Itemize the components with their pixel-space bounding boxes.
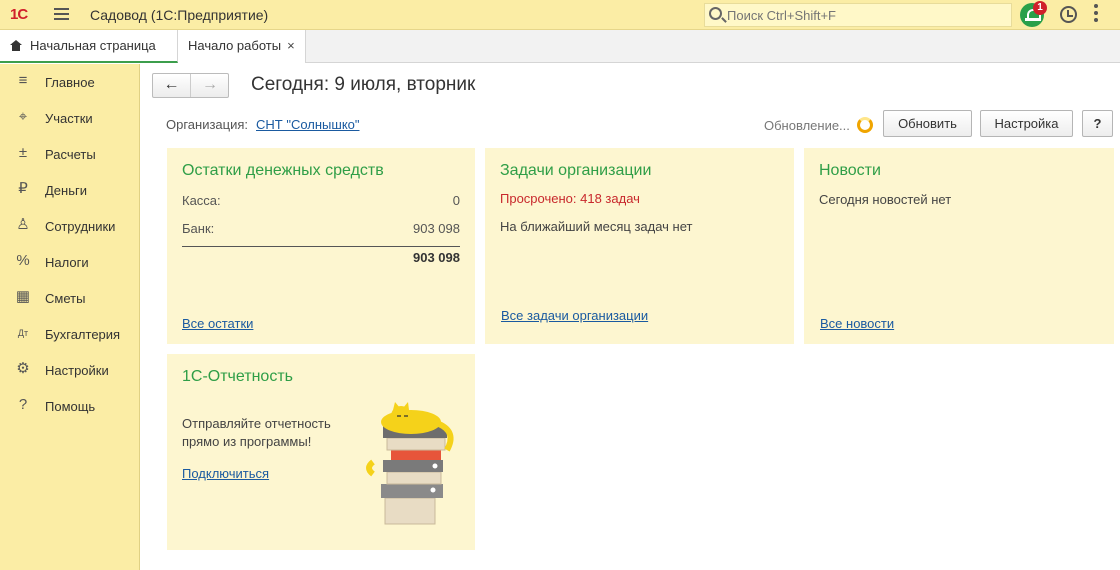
sidebar-item-label: Настройки <box>45 363 109 378</box>
sidebar-item-main[interactable]: ≡ Главное <box>0 67 140 97</box>
navigation-buttons: ← → <box>152 73 229 98</box>
all-news-link[interactable]: Все новости <box>820 316 894 331</box>
app-title: Садовод (1С:Предприятие) <box>90 7 269 23</box>
sidebar: ≡ Главное ⌖ Участки ± Расчеты ₽ Деньги ♙… <box>0 64 140 570</box>
close-tab-icon[interactable]: × <box>287 38 295 53</box>
connect-link[interactable]: Подключиться <box>182 466 269 481</box>
balance-total: 903 098 <box>413 250 460 265</box>
cash-label: Касса: <box>182 193 221 208</box>
bank-value: 903 098 <box>413 221 460 236</box>
sidebar-item-label: Сметы <box>45 291 86 306</box>
cash-value: 0 <box>452 193 460 208</box>
sidebar-item-label: Сотрудники <box>45 219 116 234</box>
cat-on-folders-illustration <box>366 402 454 525</box>
question-icon: ? <box>18 396 28 413</box>
top-bar: 1С Садовод (1С:Предприятие) 1 <box>0 0 1120 30</box>
history-icon[interactable] <box>1060 6 1077 23</box>
logo: 1С <box>10 6 28 23</box>
news-title: Новости <box>819 162 881 179</box>
person-icon: ♙ <box>16 216 30 233</box>
news-card: Новости Сегодня новостей нет Все новости <box>804 148 1114 344</box>
tab-home-label: Начальная страница <box>30 38 156 53</box>
calculator-icon: ▦ <box>15 288 31 305</box>
sidebar-item-accounting[interactable]: Дт Бухгалтерия <box>0 319 140 349</box>
sidebar-item-label: Главное <box>45 75 95 90</box>
more-vertical-icon[interactable] <box>1094 4 1098 24</box>
help-button[interactable]: ? <box>1082 110 1113 137</box>
search-icon <box>709 7 722 20</box>
sidebar-item-money[interactable]: ₽ Деньги <box>0 175 140 205</box>
dt-kt-icon: Дт <box>17 328 29 338</box>
settings-button[interactable]: Настройка <box>980 110 1073 137</box>
organization-link[interactable]: СНТ "Солнышко" <box>256 117 360 132</box>
sidebar-item-label: Расчеты <box>45 147 96 162</box>
menu-icon: ≡ <box>18 72 28 89</box>
back-arrow-icon[interactable]: ← <box>153 74 191 97</box>
sidebar-item-help[interactable]: ? Помощь <box>0 391 140 421</box>
loading-spinner-icon <box>857 117 873 133</box>
page-title: Сегодня: 9 июля, вторник <box>251 74 476 95</box>
overdue-tasks[interactable]: Просрочено: 418 задач <box>500 191 640 206</box>
gear-icon: ⚙ <box>16 360 30 377</box>
sidebar-item-label: Помощь <box>45 399 96 414</box>
all-balances-link[interactable]: Все остатки <box>182 316 253 331</box>
tab-home[interactable]: Начальная страница <box>0 30 178 63</box>
reporting-text-line1: Отправляйте отчетность <box>182 416 331 431</box>
notification-badge: 1 <box>1033 1 1047 15</box>
balances-card: Остатки денежных средств Касса: 0 Банк: … <box>167 148 475 344</box>
tab-getting-started[interactable]: Начало работы × <box>178 30 306 63</box>
organization-label: Организация: <box>166 117 249 132</box>
sidebar-item-taxes[interactable]: % Налоги <box>0 247 140 277</box>
upcoming-tasks: На ближайший месяц задач нет <box>500 219 693 234</box>
percent-icon: % <box>16 252 30 269</box>
sidebar-item-settings[interactable]: ⚙ Настройки <box>0 355 140 385</box>
sidebar-item-estimates[interactable]: ▦ Сметы <box>0 283 140 313</box>
tab-bar: Начальная страница Начало работы × <box>0 30 1120 63</box>
news-empty: Сегодня новостей нет <box>819 192 952 207</box>
main-content: ← → Сегодня: 9 июля, вторник Организация… <box>141 64 1120 570</box>
sidebar-item-label: Деньги <box>45 183 87 198</box>
tasks-card: Задачи организации Просрочено: 418 задач… <box>485 148 794 344</box>
sidebar-item-label: Бухгалтерия <box>45 327 121 342</box>
forward-arrow-icon[interactable]: → <box>191 74 229 97</box>
calc-icon: ± <box>18 144 28 161</box>
tab-getting-started-label: Начало работы <box>188 38 282 53</box>
reporting-text-line2: прямо из программы! <box>182 434 312 449</box>
tasks-title: Задачи организации <box>500 162 652 179</box>
sidebar-item-calculations[interactable]: ± Расчеты <box>0 139 140 169</box>
bank-label: Банк: <box>182 221 215 236</box>
reporting-title: 1С-Отчетность <box>182 368 293 385</box>
all-tasks-link[interactable]: Все задачи организации <box>501 308 648 323</box>
refresh-button[interactable]: Обновить <box>883 110 972 137</box>
ruble-icon: ₽ <box>18 180 28 197</box>
sidebar-item-plots[interactable]: ⌖ Участки <box>0 103 140 133</box>
sidebar-item-employees[interactable]: ♙ Сотрудники <box>0 211 140 241</box>
update-status: Обновление... <box>764 118 850 133</box>
map-pin-icon: ⌖ <box>18 108 28 125</box>
sidebar-item-label: Налоги <box>45 255 89 270</box>
hamburger-menu-icon[interactable] <box>54 8 69 21</box>
home-icon <box>10 40 22 51</box>
sidebar-item-label: Участки <box>45 111 93 126</box>
reporting-card: 1С-Отчетность Отправляйте отчетность пря… <box>167 354 475 550</box>
search-box[interactable] <box>704 3 1012 27</box>
divider <box>182 246 460 247</box>
balances-title: Остатки денежных средств <box>182 162 384 179</box>
search-input[interactable] <box>727 6 1007 24</box>
